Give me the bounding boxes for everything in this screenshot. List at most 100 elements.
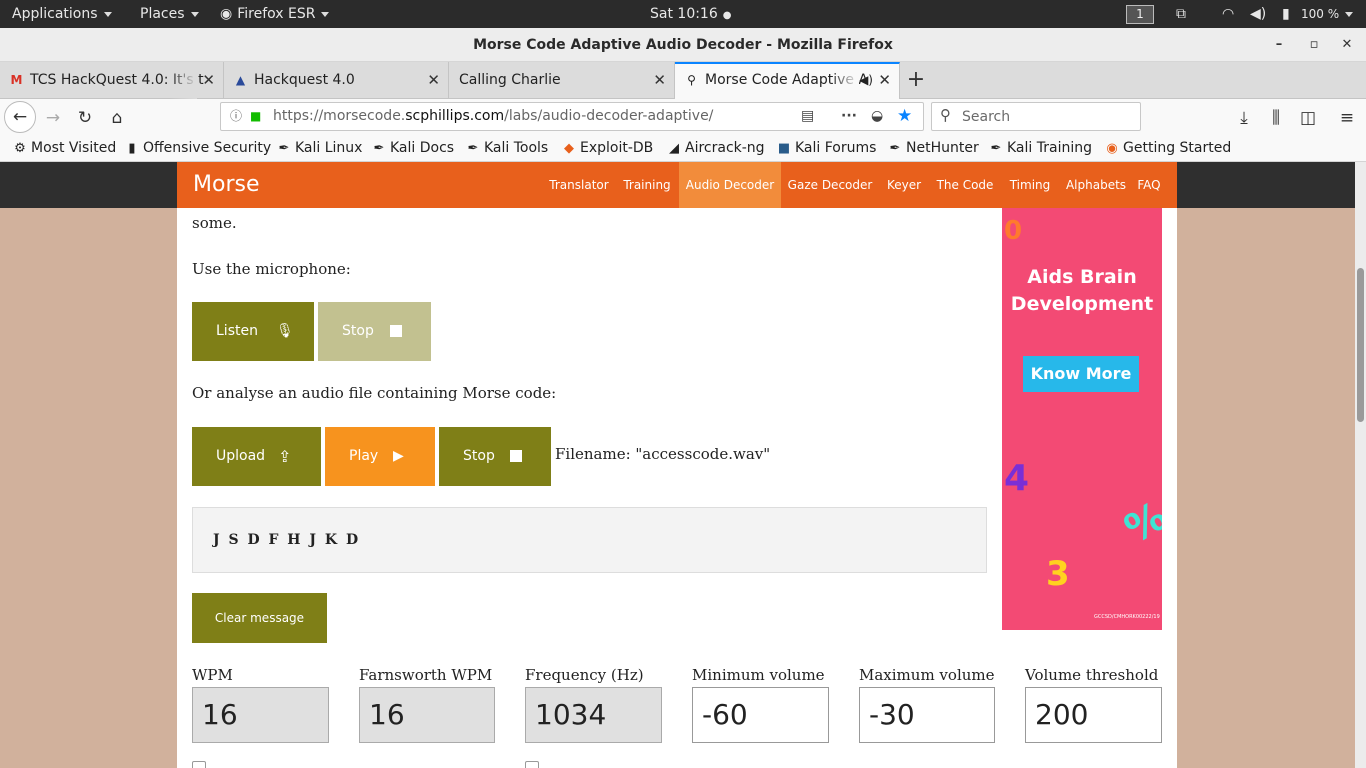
ad-shape-three: 3 bbox=[1046, 554, 1070, 594]
close-icon[interactable]: ✕ bbox=[427, 62, 440, 99]
new-tab-button[interactable]: + bbox=[904, 62, 928, 99]
stop-icon bbox=[390, 302, 402, 361]
mic-label: Use the microphone: bbox=[192, 260, 351, 278]
nav-the-code[interactable]: The Code bbox=[929, 162, 1001, 208]
ad-know-more-button[interactable]: Know More bbox=[1023, 356, 1139, 392]
bookmark-exploit-db[interactable]: ◆ Exploit-DB bbox=[561, 136, 653, 162]
frequency-field[interactable]: 1034 bbox=[525, 687, 662, 743]
bookmark-star-icon[interactable]: ★ bbox=[897, 103, 912, 130]
bookmark-label: Aircrack-ng bbox=[685, 140, 765, 156]
page-actions-icon[interactable]: ··· bbox=[841, 103, 857, 130]
lock-icon[interactable]: ■ bbox=[250, 103, 261, 130]
nav-timing[interactable]: Timing bbox=[1001, 162, 1059, 208]
nav-alphabets[interactable]: Alphabets bbox=[1059, 162, 1133, 208]
applications-label: Applications bbox=[12, 6, 98, 22]
home-button[interactable]: ⌂ bbox=[102, 103, 132, 133]
close-icon[interactable]: ✕ bbox=[878, 64, 891, 97]
url-bar[interactable]: ⓘ ■ https://morsecode.scphillips.com/lab… bbox=[220, 102, 924, 131]
max-volume-field[interactable]: -30 bbox=[859, 687, 995, 743]
back-button[interactable]: ← bbox=[4, 101, 36, 133]
kali-forums-icon: ■ bbox=[777, 141, 791, 156]
wpm-field[interactable]: 16 bbox=[192, 687, 329, 743]
max-volume-label: Maximum volume bbox=[859, 666, 995, 684]
reload-button[interactable]: ↻ bbox=[70, 103, 100, 133]
tab-calling-charlie[interactable]: Calling Charlie ✕ bbox=[449, 62, 675, 99]
bookmark-label: Kali Tools bbox=[484, 140, 549, 156]
intro-text: some. bbox=[192, 214, 237, 232]
bookmark-aircrack-ng[interactable]: ◢ Aircrack-ng bbox=[666, 136, 765, 162]
tab-label: Hackquest 4.0 bbox=[254, 72, 355, 88]
applications-menu[interactable]: Applications bbox=[12, 0, 112, 28]
tab-morse-code[interactable]: ⚲ Morse Code Adaptive A ◀) ✕ bbox=[675, 62, 900, 100]
speaker-icon[interactable]: ◀) bbox=[859, 64, 873, 97]
info-icon[interactable]: ⓘ bbox=[230, 103, 242, 130]
menu-icon[interactable]: ≡ bbox=[1332, 103, 1362, 133]
ad-headline: Aids Brain Development bbox=[1010, 266, 1154, 315]
volume-icon[interactable]: ◀︎) bbox=[1250, 0, 1266, 28]
stop-file-button[interactable]: Stop bbox=[439, 427, 551, 486]
file-label: Or analyse an audio file containing Mors… bbox=[192, 384, 557, 402]
pocket-icon[interactable]: ◒ bbox=[871, 103, 883, 130]
close-window-button[interactable]: ✕ bbox=[1330, 28, 1364, 62]
bookmark-most-visited[interactable]: ⚙ Most Visited bbox=[12, 136, 116, 162]
tab-hackquest[interactable]: ▲ Hackquest 4.0 ✕ bbox=[224, 62, 449, 99]
bookmark-offensive-security[interactable]: ▮ Offensive Security bbox=[124, 136, 271, 162]
clock[interactable]: Sat 10:16 ● bbox=[650, 0, 732, 28]
checkbox[interactable] bbox=[525, 761, 539, 768]
nav-keyer[interactable]: Keyer bbox=[879, 162, 929, 208]
maximize-button[interactable]: ▫ bbox=[1297, 28, 1331, 62]
volume-threshold-field[interactable]: 200 bbox=[1025, 687, 1162, 743]
sidebar-icon[interactable]: ◫ bbox=[1293, 103, 1323, 133]
search-bar[interactable]: ⚲ bbox=[931, 102, 1141, 131]
close-icon[interactable]: ✕ bbox=[202, 62, 215, 99]
battery-icon[interactable]: ▮ bbox=[1282, 0, 1290, 28]
battery-menu[interactable]: 100 % bbox=[1301, 0, 1354, 28]
firefox-app-menu[interactable]: ◉ Firefox ESR bbox=[220, 0, 330, 28]
stop-listen-button[interactable]: Stop bbox=[318, 302, 431, 361]
close-icon[interactable]: ✕ bbox=[653, 62, 666, 99]
bookmark-kali-training[interactable]: ✒ Kali Training bbox=[988, 136, 1092, 162]
farnsworth-wpm-field[interactable]: 16 bbox=[359, 687, 495, 743]
nav-audio-decoder[interactable]: Audio Decoder bbox=[679, 162, 781, 208]
wifi-icon[interactable]: ◠ bbox=[1222, 0, 1234, 28]
advertisement[interactable]: 0 Aids Brain Development Know More 4 % 3… bbox=[1002, 208, 1162, 630]
bookmark-getting-started[interactable]: ◉ Getting Started bbox=[1104, 136, 1231, 162]
minimize-button[interactable]: – bbox=[1262, 28, 1296, 62]
listen-button[interactable]: Listen 🎙︎ bbox=[192, 302, 314, 361]
scrollbar-thumb[interactable] bbox=[1357, 268, 1364, 422]
bookmark-kali-linux[interactable]: ✒ Kali Linux bbox=[276, 136, 363, 162]
min-volume-field[interactable]: -60 bbox=[692, 687, 829, 743]
clear-message-button[interactable]: Clear message bbox=[192, 593, 327, 643]
downloads-icon[interactable]: ⤓ bbox=[1229, 103, 1259, 133]
ad-shape-zero: 0 bbox=[1004, 216, 1023, 246]
bookmark-nethunter[interactable]: ✒ NetHunter bbox=[887, 136, 979, 162]
web-page: Morse Translator Training Audio Decoder … bbox=[0, 162, 1366, 768]
search-input[interactable] bbox=[962, 107, 1132, 127]
tab-tcs-hackquest[interactable]: M TCS HackQuest 4.0: It's t ✕ bbox=[0, 62, 224, 99]
site-logo[interactable]: Morse bbox=[193, 162, 259, 208]
reader-view-icon[interactable]: ▤ bbox=[801, 103, 814, 130]
chevron-down-icon bbox=[103, 11, 112, 17]
chevron-down-icon bbox=[190, 11, 199, 17]
search-icon: ⚲ bbox=[940, 106, 951, 124]
firefox-icon: ◉ bbox=[1106, 141, 1118, 156]
nav-faq[interactable]: FAQ bbox=[1133, 162, 1165, 208]
filename-text: Filename: "accesscode.wav" bbox=[555, 445, 771, 463]
checkbox[interactable] bbox=[192, 761, 206, 768]
site-header: Morse Translator Training Audio Decoder … bbox=[177, 162, 1177, 208]
places-menu[interactable]: Places bbox=[140, 0, 199, 28]
nav-training[interactable]: Training bbox=[615, 162, 679, 208]
page-scrollbar[interactable] bbox=[1355, 162, 1366, 768]
forward-button[interactable]: → bbox=[38, 103, 68, 133]
nav-gaze-decoder[interactable]: Gaze Decoder bbox=[781, 162, 879, 208]
upload-button[interactable]: Upload ⇪ bbox=[192, 427, 321, 486]
nav-translator[interactable]: Translator bbox=[543, 162, 615, 208]
library-icon[interactable]: ⫼ bbox=[1261, 103, 1291, 133]
bookmark-kali-forums[interactable]: ■ Kali Forums bbox=[776, 136, 877, 162]
workspace-indicator[interactable]: 1 bbox=[1126, 5, 1154, 24]
bookmark-kali-docs[interactable]: ✒ Kali Docs bbox=[371, 136, 455, 162]
play-button[interactable]: Play ▶ bbox=[325, 427, 435, 486]
video-icon[interactable]: ⧉ bbox=[1176, 0, 1186, 28]
bookmark-kali-tools[interactable]: ✒ Kali Tools bbox=[465, 136, 549, 162]
tab-label: Calling Charlie bbox=[459, 72, 561, 88]
